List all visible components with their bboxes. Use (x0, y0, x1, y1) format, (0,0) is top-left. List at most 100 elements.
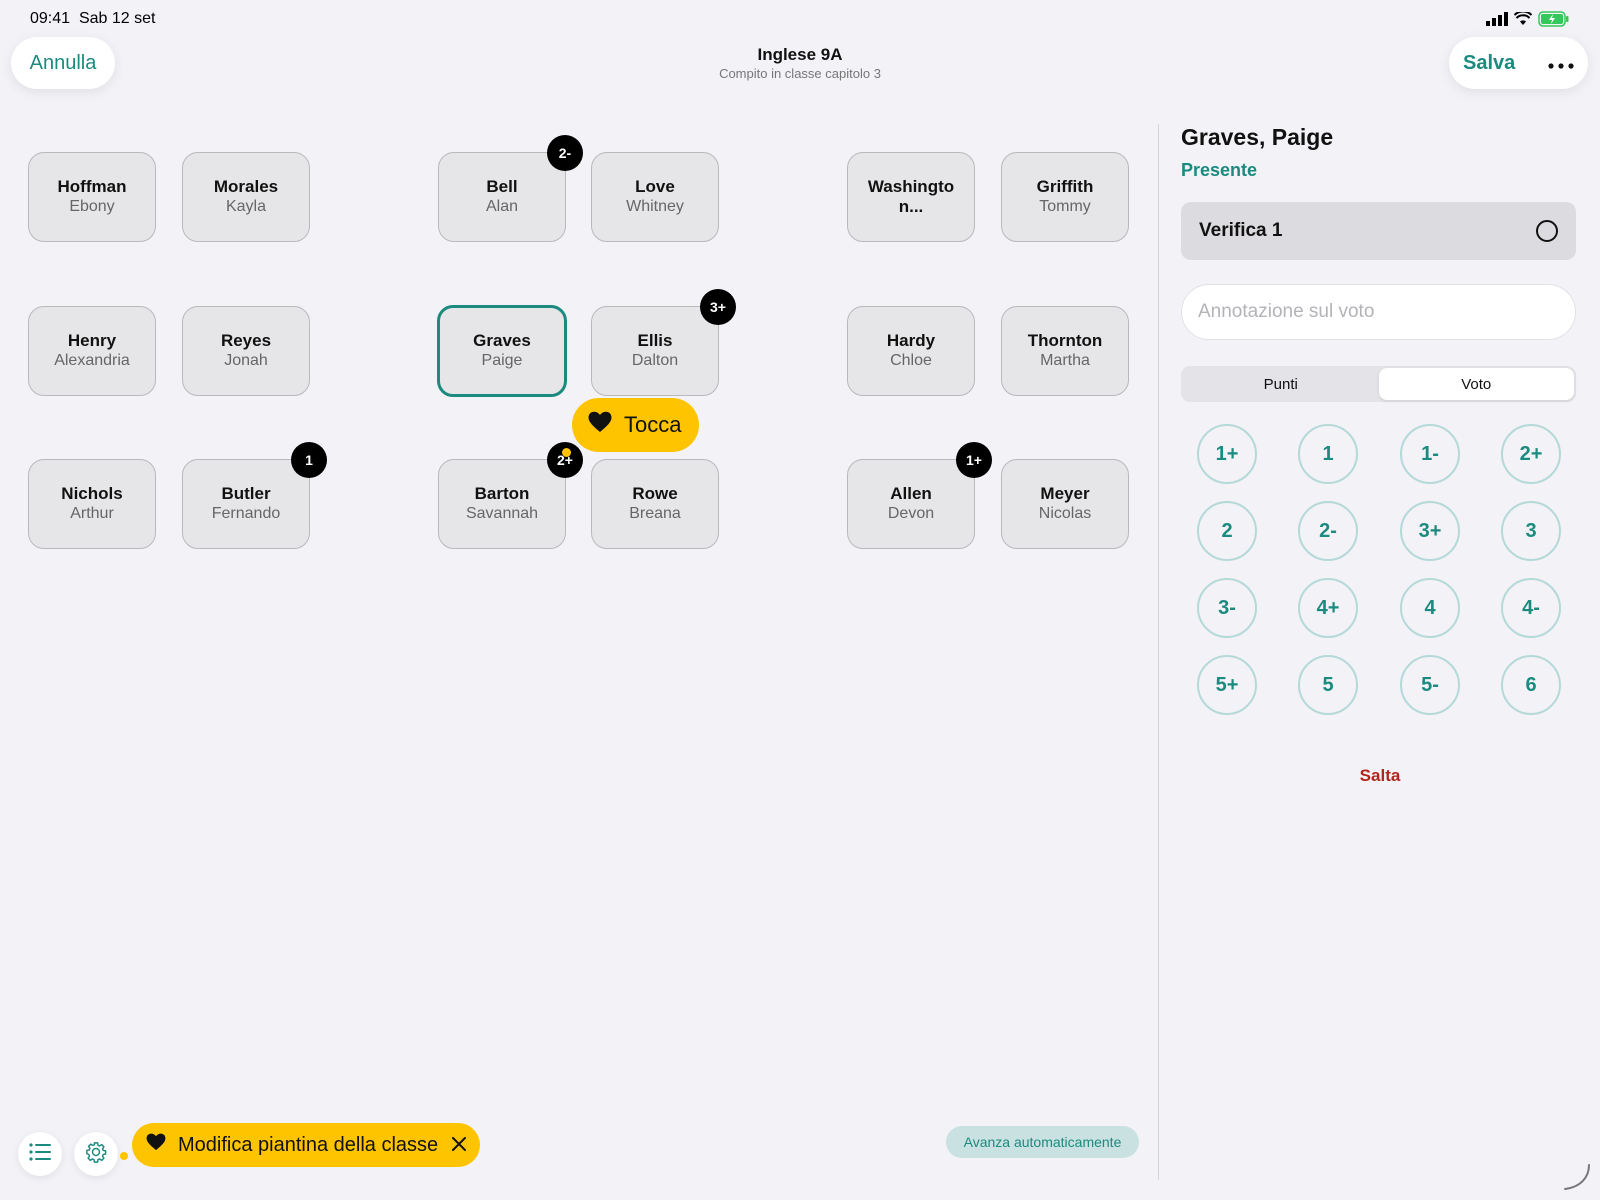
seat-allen[interactable]: Allen Devon 1+ (847, 442, 992, 549)
heart-icon (146, 1133, 166, 1157)
status-icons (1486, 11, 1570, 27)
list-icon (29, 1142, 51, 1166)
wifi-icon (1514, 12, 1532, 25)
heart-icon (588, 411, 612, 439)
seat-last-name: Thornton (1027, 331, 1103, 350)
seat-first-name: Dalton (631, 352, 679, 369)
grade-button[interactable]: 5- (1400, 655, 1460, 715)
assessment-row[interactable]: Verifica 1 (1181, 202, 1576, 260)
seat-first-name: Alexandria (54, 352, 130, 369)
grade-badge: 1 (291, 442, 327, 478)
seat-last-name: Henry (67, 331, 117, 350)
seat-first-name: Whitney (626, 198, 684, 215)
seat-morales[interactable]: Morales Kayla (182, 152, 310, 242)
segment-points[interactable]: Punti (1183, 368, 1379, 400)
seat-last-name: Rowe (632, 484, 678, 503)
battery-icon (1538, 11, 1569, 27)
attendance-status[interactable]: Presente (1181, 160, 1257, 181)
grade-button[interactable]: 5 (1298, 655, 1358, 715)
seat-last-name: Barton (474, 484, 530, 503)
seat-hoffman[interactable]: Hoffman Ebony (28, 152, 156, 242)
grade-button[interactable]: 1- (1400, 424, 1460, 484)
seat-graves-selected[interactable]: Graves Paige (437, 305, 567, 397)
seat-last-name: Griffith (1036, 177, 1094, 196)
seat-love[interactable]: Love Whitney (591, 152, 719, 242)
seat-last-name: Allen (890, 484, 932, 503)
seat-first-name: Kayla (225, 198, 267, 215)
settings-button[interactable] (74, 1132, 118, 1176)
grade-button[interactable]: 4- (1501, 578, 1561, 638)
seat-butler[interactable]: Butler Fernando 1 (182, 442, 327, 549)
auto-advance-toggle[interactable]: Avanza automaticamente (946, 1126, 1139, 1158)
cancel-button[interactable]: Annulla (11, 37, 115, 89)
grade-button[interactable]: 2- (1298, 501, 1358, 561)
student-name: Graves, Paige (1181, 124, 1334, 150)
gear-icon (85, 1141, 107, 1168)
seat-reyes[interactable]: Reyes Jonah (182, 306, 310, 396)
seat-meyer[interactable]: Meyer Nicolas (1001, 459, 1129, 549)
status-time: 09:41 Sab 12 set (30, 10, 155, 28)
seat-griffith[interactable]: Griffith Tommy (1001, 152, 1129, 242)
grade-button[interactable]: 3 (1501, 501, 1561, 561)
seat-first-name: Savannah (465, 505, 539, 522)
list-view-button[interactable] (18, 1132, 62, 1176)
seat-washington[interactable]: Washingto n... (847, 152, 975, 242)
grade-button[interactable]: 2 (1197, 501, 1257, 561)
assessment-label: Verifica 1 (1199, 220, 1283, 241)
grade-button[interactable]: 3+ (1400, 501, 1460, 561)
grade-button[interactable]: 5+ (1197, 655, 1257, 715)
seat-first-name: Alan (485, 198, 519, 215)
seat-nichols[interactable]: Nichols Arthur (28, 459, 156, 549)
seat-rowe[interactable]: Rowe Breana (591, 459, 719, 549)
grade-button[interactable]: 4 (1400, 578, 1460, 638)
seat-first-name: Fernando (211, 505, 281, 522)
grade-note-input[interactable] (1181, 284, 1576, 340)
seat-first-name: Nicolas (1038, 505, 1092, 522)
clock-time: 09:41 (30, 10, 71, 27)
segment-grade[interactable]: Voto (1378, 368, 1574, 400)
circle-icon[interactable] (1536, 220, 1558, 242)
page-title: Inglese 9A (757, 45, 843, 64)
seat-bell[interactable]: Bell Alan 2- (438, 135, 583, 242)
grade-button[interactable]: 1 (1298, 424, 1358, 484)
seat-last-name: Reyes (220, 331, 272, 350)
page-subtitle: Compito in classe capitolo 3 (719, 66, 881, 81)
edit-seating-tip[interactable]: Modifica piantina della classe (132, 1123, 480, 1167)
seat-first-name: Breana (629, 505, 681, 522)
grade-badge: 2- (547, 135, 583, 171)
panel-divider (1158, 124, 1159, 1180)
grade-button[interactable]: 3- (1197, 578, 1257, 638)
seat-ellis[interactable]: Ellis Dalton 3+ (591, 289, 736, 396)
seat-first-name: Chloe (890, 352, 932, 369)
close-icon[interactable] (452, 1135, 466, 1156)
tip-pointer-dot (120, 1152, 128, 1160)
seat-last-name: Nichols (61, 484, 123, 503)
grade-button[interactable]: 1+ (1197, 424, 1257, 484)
seat-barton[interactable]: Barton Savannah 2+ (438, 442, 583, 549)
seat-first-name: Devon (887, 505, 935, 522)
seat-last-name: Graves (473, 331, 531, 350)
grade-button[interactable]: 4+ (1298, 578, 1358, 638)
seat-first-name: Paige (481, 352, 523, 369)
seat-last-name: Love (635, 177, 675, 196)
header-actions: Salva (1449, 37, 1588, 89)
status-bar: 09:41 Sab 12 set (0, 0, 1600, 36)
seat-thornton[interactable]: Thornton Martha (1001, 306, 1129, 396)
ellipsis-icon[interactable] (1548, 52, 1574, 75)
grade-button[interactable]: 6 (1501, 655, 1561, 715)
seat-last-name: Washingto n... (867, 177, 955, 216)
seat-last-name: Morales (213, 177, 279, 196)
seat-first-name: Ebony (69, 198, 115, 215)
seat-hardy[interactable]: Hardy Chloe (847, 306, 975, 396)
save-button[interactable]: Salva (1463, 52, 1515, 75)
seat-last-name: Meyer (1040, 484, 1090, 503)
resize-handle-icon (1564, 1164, 1590, 1190)
seat-henry[interactable]: Henry Alexandria (28, 306, 156, 396)
skip-button[interactable]: Salta (1330, 766, 1430, 786)
cancel-label: Annulla (29, 51, 97, 74)
tap-tip-bubble[interactable]: Tocca (572, 398, 699, 452)
grading-mode-segmented-control: Punti Voto (1181, 366, 1576, 402)
grade-badge: 3+ (700, 289, 736, 325)
grade-button[interactable]: 2+ (1501, 424, 1561, 484)
seat-last-name: Hoffman (57, 177, 127, 196)
